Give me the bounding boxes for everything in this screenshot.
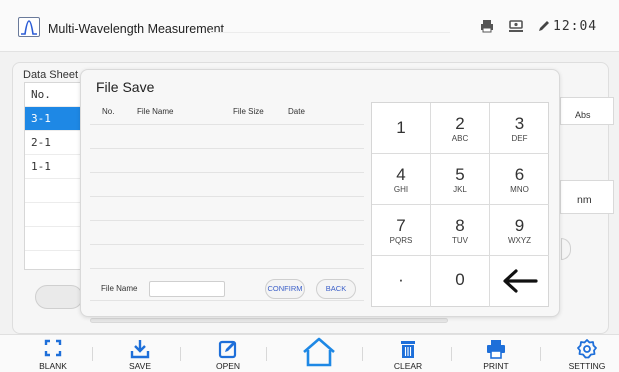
confirm-button[interactable]: CONFIRM [265,279,305,299]
key-3[interactable]: 3 DEF [490,103,549,154]
key-9[interactable]: 9 WXYZ [490,205,549,256]
nm-label: nm [577,194,592,206]
open-label: OPEN [215,361,241,371]
column-header-file-size: File Size [233,107,264,116]
toolbar-divider [540,347,541,361]
setting-button[interactable]: SETTING [557,335,617,372]
list-divider [90,220,364,221]
dialog-title: File Save [96,79,155,95]
pen-icon [537,19,553,33]
table-row-empty [25,227,83,251]
trash-icon [401,341,415,358]
table-row-selected[interactable]: 3-1 [25,107,83,131]
numeric-keypad: 1 2 ABC 3 DEF 4 GHI 5 JKL 6 MNO 7 PQRS 8 TUV 9W… [371,102,549,307]
home-button[interactable] [289,335,349,372]
title-divider [210,32,450,33]
key-7[interactable]: 7 PQRS [372,205,431,256]
toolbar-divider [180,347,181,361]
print-icon [487,340,505,359]
table-row-empty [25,179,83,203]
key-0[interactable]: 0 [431,256,490,307]
column-header-no: No. [102,107,115,116]
data-table: No. 3-1 2-1 1-1 [24,82,84,270]
list-divider [90,300,364,301]
list-divider [90,148,364,149]
key-2[interactable]: 2 ABC [431,103,490,154]
key-6[interactable]: 6 MNO [490,154,549,205]
clock: 12:04 [553,19,598,34]
toolbar-divider [451,347,452,361]
blank-button[interactable]: BLANK [23,335,83,372]
list-divider [90,124,364,125]
background-button[interactable] [35,285,83,309]
file-save-dialog: File Save No. File Name File Size Date F… [80,69,560,317]
table-row[interactable]: 2-1 [25,131,83,155]
home-icon [303,337,335,367]
clear-button[interactable]: CLEAR [378,335,438,372]
gear-icon [577,339,597,359]
open-icon [218,340,237,359]
data-sheet-label: Data Sheet [23,69,79,81]
key-backspace[interactable] [490,256,549,307]
list-divider [90,172,364,173]
toolbar-divider [362,347,363,361]
top-bar: Multi-Wavelength Measurement 12:04 [0,0,619,52]
setting-label: SETTING [568,361,606,371]
table-row[interactable]: 1-1 [25,155,83,179]
key-5[interactable]: 5 JKL [431,154,490,205]
print-button[interactable]: PRINT [466,335,526,372]
key-8[interactable]: 8 TUV [431,205,490,256]
save-icon [130,340,150,359]
abs-label: Abs [575,110,591,120]
save-label: SAVE [128,361,152,371]
file-name-label: File Name [101,284,138,293]
printer-icon [480,19,496,33]
file-name-input[interactable] [149,281,225,297]
list-divider [90,268,364,269]
back-button[interactable]: BACK [316,279,356,299]
toolbar-divider [266,347,267,361]
column-header-date: Date [288,107,305,116]
backspace-icon [502,269,538,293]
print-label: PRINT [483,361,509,371]
background-slider[interactable] [90,318,448,323]
column-header-file-name: File Name [137,107,174,116]
blank-label: BLANK [39,361,67,371]
app-logo-icon [18,17,40,37]
table-row-empty [25,203,83,227]
key-dot[interactable]: · [372,256,431,307]
blank-icon [44,339,62,357]
app-title: Multi-Wavelength Measurement [48,22,224,36]
usb-icon [508,19,524,33]
key-4[interactable]: 4 GHI [372,154,431,205]
clear-label: CLEAR [393,361,423,371]
key-1[interactable]: 1 [372,103,431,154]
open-button[interactable]: OPEN [198,335,258,372]
table-header: No. [25,83,83,107]
bottom-toolbar: BLANK SAVE OPEN CLEAR PRINT SETTING [0,334,619,372]
save-button[interactable]: SAVE [110,335,170,372]
toolbar-divider [92,347,93,361]
list-divider [90,244,364,245]
list-divider [90,196,364,197]
